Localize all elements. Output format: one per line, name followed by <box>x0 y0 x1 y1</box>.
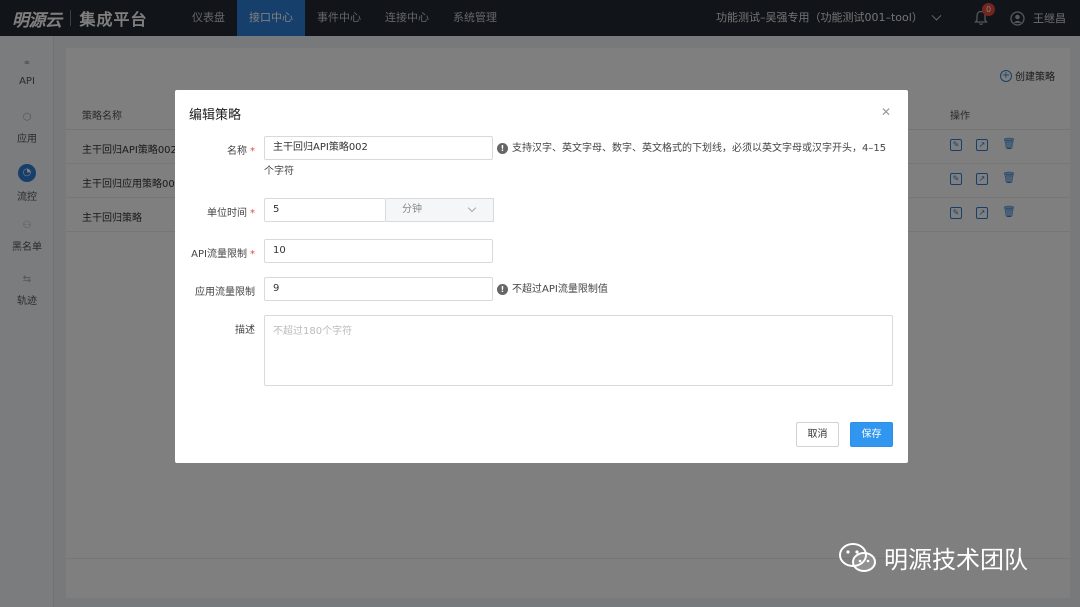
dialog-title: 编辑策略 <box>189 108 242 123</box>
api-limit-input[interactable]: 10 <box>264 239 493 263</box>
unit-time-input[interactable]: 5 <box>264 198 386 222</box>
description-label: 描述 <box>235 325 255 336</box>
unit-time-label-text: 单位时间 <box>207 208 247 219</box>
name-input[interactable]: 主干回归API策略002 <box>264 136 493 160</box>
cancel-button[interactable]: 取消 <box>796 422 839 447</box>
app-limit-label: 应用流量限制 <box>195 287 255 298</box>
required-mark: * <box>250 208 255 219</box>
name-hint-text: 支持汉字、英文字母、数字、英文格式的下划线，必须以英文字母或汉字开头，4–15 <box>512 143 887 154</box>
unit-time-label: 单位时间 * <box>175 204 255 219</box>
name-hint-continued: 个字符 <box>264 166 294 177</box>
time-unit-select[interactable]: 分钟 <box>386 198 494 222</box>
api-limit-label-text: API流量限制 <box>191 249 247 260</box>
app-limit-hint: ! 不超过API流量限制值 <box>497 281 608 299</box>
wechat-icon <box>839 542 876 572</box>
app-limit-hint-text: 不超过API流量限制值 <box>512 284 608 295</box>
name-label-text: 名称 <box>227 146 247 157</box>
edit-policy-dialog: 编辑策略 ✕ 名称 * 主干回归API策略002 ! 支持汉字、英文字母、数字、英文… <box>175 90 908 463</box>
app-limit-input[interactable]: 9 <box>264 277 493 301</box>
name-hint: ! 支持汉字、英文字母、数字、英文格式的下划线，必须以英文字母或汉字开头，4–15 <box>497 140 897 158</box>
required-mark: * <box>250 249 255 260</box>
info-icon: ! <box>497 284 508 295</box>
time-unit-value: 分钟 <box>402 204 422 215</box>
save-button[interactable]: 保存 <box>850 422 893 447</box>
name-label: 名称 * <box>175 142 255 157</box>
api-limit-label: API流量限制 * <box>175 245 255 260</box>
watermark-text: 明源技术团队 <box>884 546 1028 574</box>
close-icon[interactable]: ✕ <box>880 106 892 118</box>
required-mark: * <box>250 146 255 157</box>
chevron-down-icon <box>467 203 477 213</box>
info-icon: ! <box>497 143 508 154</box>
watermark: 明源技术团队 <box>838 540 1028 575</box>
description-textarea[interactable]: 不超过180个字符 <box>264 315 893 386</box>
